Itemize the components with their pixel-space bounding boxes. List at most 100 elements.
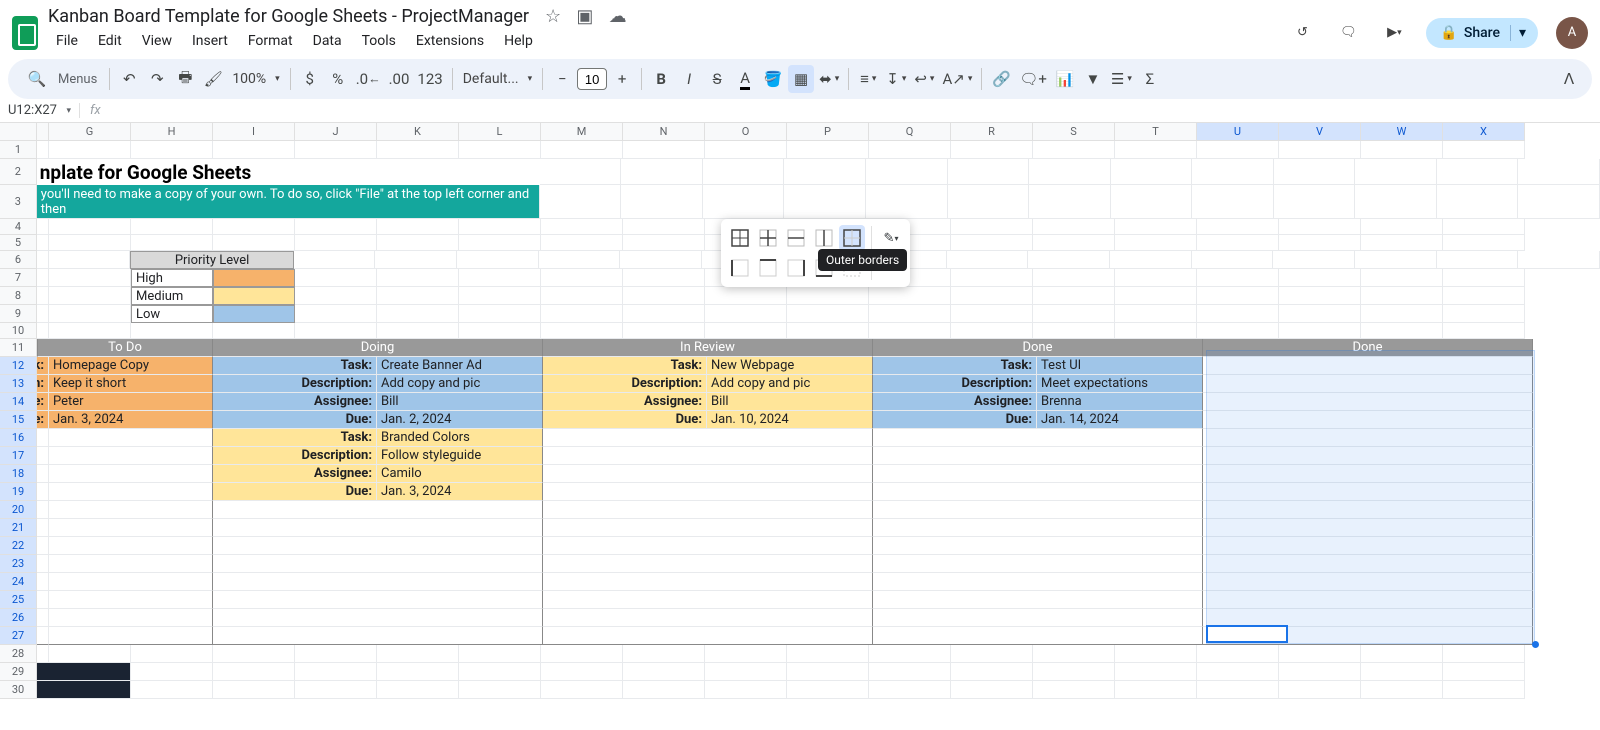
cell[interactable] xyxy=(873,537,1203,555)
cell[interactable] xyxy=(37,663,131,681)
sheets-logo-icon[interactable] xyxy=(12,16,38,50)
cell[interactable] xyxy=(295,681,377,699)
cloud-status-icon[interactable]: ☁ xyxy=(609,6,627,27)
cell[interactable]: Add copy and pic xyxy=(707,375,873,393)
cell[interactable] xyxy=(49,627,213,645)
cell[interactable] xyxy=(623,305,705,323)
share-dropdown-icon[interactable]: ▾ xyxy=(1510,25,1526,41)
cell[interactable]: Description: xyxy=(213,375,377,393)
cell[interactable] xyxy=(869,141,951,159)
cell[interactable] xyxy=(1279,235,1361,251)
cell[interactable] xyxy=(541,645,623,663)
select-all-corner[interactable] xyxy=(0,123,37,141)
cell[interactable] xyxy=(1033,287,1115,305)
cell[interactable] xyxy=(1279,269,1361,287)
cell[interactable] xyxy=(213,573,543,591)
cell[interactable] xyxy=(1197,141,1279,159)
bold-icon[interactable]: B xyxy=(648,65,674,93)
cell[interactable] xyxy=(377,141,459,159)
cell[interactable]: In Review xyxy=(543,339,873,357)
cell[interactable] xyxy=(1518,185,1600,219)
cell[interactable] xyxy=(541,287,623,305)
row-header[interactable]: 5 xyxy=(0,235,37,251)
border-outer-icon[interactable] xyxy=(839,225,865,251)
font-size-input[interactable] xyxy=(577,68,607,90)
cell[interactable]: Description: xyxy=(873,375,1037,393)
cell[interactable] xyxy=(541,219,623,235)
decrease-font-icon[interactable]: − xyxy=(549,65,575,93)
cell[interactable]: Jan. 3, 2024 xyxy=(49,411,213,429)
col-header[interactable] xyxy=(37,123,49,141)
cell[interactable] xyxy=(377,287,459,305)
cell[interactable] xyxy=(1033,305,1115,323)
print-icon[interactable]: 🖶 xyxy=(172,65,198,93)
cell[interactable] xyxy=(459,645,541,663)
document-title[interactable]: Kanban Board Template for Google Sheets … xyxy=(48,6,529,27)
border-inner-icon[interactable] xyxy=(755,225,781,251)
cell[interactable] xyxy=(213,519,543,537)
borders-icon[interactable]: ▦ xyxy=(788,65,814,93)
cell[interactable] xyxy=(295,663,377,681)
col-header[interactable]: K xyxy=(377,123,459,141)
cell[interactable] xyxy=(623,287,705,305)
row-header[interactable]: 20 xyxy=(0,501,37,519)
cell[interactable] xyxy=(37,555,49,573)
merge-icon[interactable]: ⬌ xyxy=(816,65,842,93)
insert-chart-icon[interactable]: 📊 xyxy=(1052,65,1078,93)
col-header[interactable]: X xyxy=(1443,123,1525,141)
cell[interactable] xyxy=(459,235,541,251)
cell[interactable] xyxy=(37,627,49,645)
cell[interactable]: Add copy and pic xyxy=(377,375,543,393)
cell[interactable] xyxy=(1361,681,1443,699)
cell[interactable]: Jan. 10, 2024 xyxy=(707,411,873,429)
cell[interactable] xyxy=(131,235,213,251)
cell[interactable] xyxy=(213,287,295,305)
cell[interactable] xyxy=(213,591,543,609)
cell[interactable]: Keep it short xyxy=(49,375,213,393)
cell[interactable] xyxy=(1361,663,1443,681)
cell[interactable] xyxy=(543,483,873,501)
cell[interactable]: High xyxy=(131,269,213,287)
cell[interactable] xyxy=(1279,305,1361,323)
cell[interactable] xyxy=(213,681,295,699)
cell[interactable] xyxy=(1361,219,1443,235)
cell[interactable] xyxy=(869,681,951,699)
cell[interactable] xyxy=(49,573,213,591)
cell[interactable]: Assignee: xyxy=(213,465,377,483)
cell[interactable] xyxy=(1274,159,1356,185)
cell[interactable] xyxy=(539,251,621,269)
cell[interactable] xyxy=(1518,251,1600,269)
cell[interactable] xyxy=(787,305,869,323)
cell[interactable] xyxy=(948,159,1030,185)
cell[interactable] xyxy=(541,141,623,159)
cell[interactable]: Peter xyxy=(49,393,213,411)
cell[interactable] xyxy=(1197,681,1279,699)
row-header[interactable]: 30 xyxy=(0,681,37,699)
cell[interactable] xyxy=(787,681,869,699)
cell[interactable] xyxy=(295,141,377,159)
cell[interactable] xyxy=(37,447,49,465)
cell[interactable] xyxy=(294,251,376,269)
cell[interactable] xyxy=(213,555,543,573)
cell[interactable] xyxy=(37,591,49,609)
cell[interactable] xyxy=(1203,393,1533,411)
menu-data[interactable]: Data xyxy=(305,29,350,53)
rotate-icon[interactable]: A↗ xyxy=(939,65,975,93)
col-header[interactable]: I xyxy=(213,123,295,141)
cell[interactable] xyxy=(377,323,459,339)
cell[interactable] xyxy=(1115,287,1197,305)
border-left-icon[interactable] xyxy=(727,255,753,281)
cell[interactable] xyxy=(541,323,623,339)
cell[interactable] xyxy=(951,287,1033,305)
cell[interactable] xyxy=(1279,287,1361,305)
cell[interactable] xyxy=(1197,305,1279,323)
cell[interactable] xyxy=(1355,185,1437,219)
cell[interactable] xyxy=(213,141,295,159)
cell[interactable] xyxy=(49,483,213,501)
cell[interactable] xyxy=(873,555,1203,573)
cell[interactable] xyxy=(951,141,1033,159)
cell[interactable] xyxy=(1203,591,1533,609)
cell[interactable] xyxy=(543,555,873,573)
cell[interactable] xyxy=(623,323,705,339)
row-header[interactable]: 9 xyxy=(0,305,37,323)
